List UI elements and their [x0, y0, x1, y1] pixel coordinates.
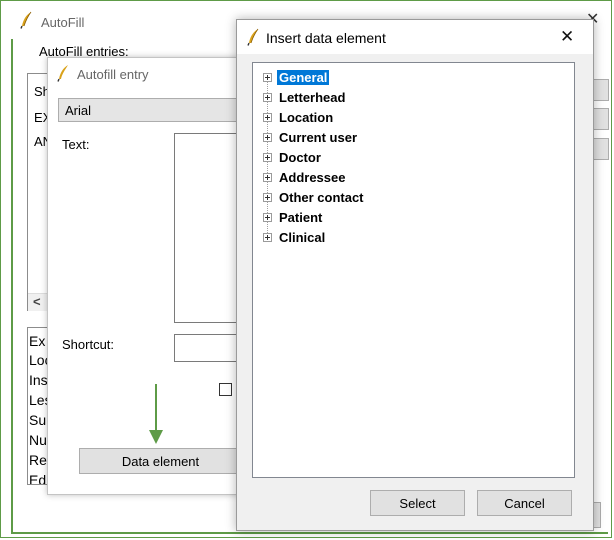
list-item: Su	[29, 412, 47, 428]
tree-item-addressee[interactable]: Addressee	[263, 168, 347, 186]
horizontal-scrollbar[interactable]: <	[28, 293, 48, 311]
expand-plus-icon[interactable]	[263, 152, 272, 162]
tree-item-patient[interactable]: Patient	[263, 208, 324, 226]
tree-item-location[interactable]: Location	[263, 108, 335, 126]
dialog-titlebar: Insert data element ✕	[237, 20, 593, 54]
tree-item-general[interactable]: General	[263, 68, 330, 86]
expand-plus-icon[interactable]	[263, 132, 272, 142]
insert-data-element-dialog: Insert data element ✕ General Letterhead…	[236, 19, 594, 531]
tree-item-label[interactable]: Doctor	[277, 150, 323, 165]
tree-item-label[interactable]: Location	[277, 110, 335, 125]
quill-pen-icon	[20, 11, 32, 29]
tree-item-clinical[interactable]: Clinical	[263, 228, 327, 246]
tree-item-letterhead[interactable]: Letterhead	[263, 88, 347, 106]
list-item: Nu	[29, 432, 47, 448]
expand-plus-icon[interactable]	[263, 192, 272, 202]
tree-item-label[interactable]: General	[277, 69, 330, 85]
data-element-button-label: Data element	[121, 453, 200, 469]
tree-item-other-contact[interactable]: Other contact	[263, 188, 366, 206]
quill-pen-icon	[57, 65, 68, 82]
entry-checkbox[interactable]	[219, 383, 232, 396]
text-area[interactable]	[174, 133, 240, 323]
tree-item-doctor[interactable]: Doctor	[263, 148, 323, 166]
entry-title: Autofill entry	[77, 67, 149, 82]
font-select-value: Arial	[65, 103, 92, 118]
list-item: Ed	[29, 472, 47, 485]
list-item: Re	[29, 452, 47, 468]
tree-item-label[interactable]: Patient	[277, 210, 324, 225]
tree-item-label[interactable]: Letterhead	[277, 90, 347, 105]
expand-plus-icon[interactable]	[263, 212, 272, 222]
font-select[interactable]: Arial	[58, 98, 241, 122]
data-element-button[interactable]: Data element	[79, 448, 241, 474]
dialog-title: Insert data element	[266, 30, 386, 46]
tree-item-current-user[interactable]: Current user	[263, 128, 359, 146]
expand-plus-icon[interactable]	[263, 112, 272, 122]
autofill-title: AutoFill	[41, 15, 85, 30]
annotation-arrow-icon	[149, 384, 163, 444]
tree-item-label[interactable]: Current user	[277, 130, 359, 145]
expand-plus-icon[interactable]	[263, 92, 272, 102]
select-button[interactable]: Select	[370, 490, 465, 516]
shortcut-input[interactable]	[174, 334, 240, 362]
tree-item-label[interactable]: Clinical	[277, 230, 327, 245]
cancel-button-label: Cancel	[504, 495, 545, 511]
close-icon[interactable]: ✕	[560, 27, 574, 47]
expand-plus-icon[interactable]	[263, 232, 272, 242]
expand-plus-icon[interactable]	[263, 172, 272, 182]
expand-plus-icon[interactable]	[263, 72, 272, 82]
data-element-tree[interactable]: General Letterhead Location Current user…	[252, 62, 575, 478]
select-button-label: Select	[399, 495, 436, 511]
list-item: Ex	[29, 333, 46, 349]
autofill-entry-window: Autofill entry Arial Text: Shortcut: Dat…	[47, 57, 241, 495]
cancel-button[interactable]: Cancel	[477, 490, 572, 516]
shortcut-label: Shortcut:	[62, 337, 115, 352]
tree-item-label[interactable]: Other contact	[277, 190, 366, 205]
scroll-left-icon[interactable]: <	[33, 294, 41, 309]
list-item: Ins	[29, 372, 48, 388]
text-label: Text:	[62, 137, 90, 152]
quill-pen-icon	[247, 28, 259, 46]
tree-item-label[interactable]: Addressee	[277, 170, 347, 185]
